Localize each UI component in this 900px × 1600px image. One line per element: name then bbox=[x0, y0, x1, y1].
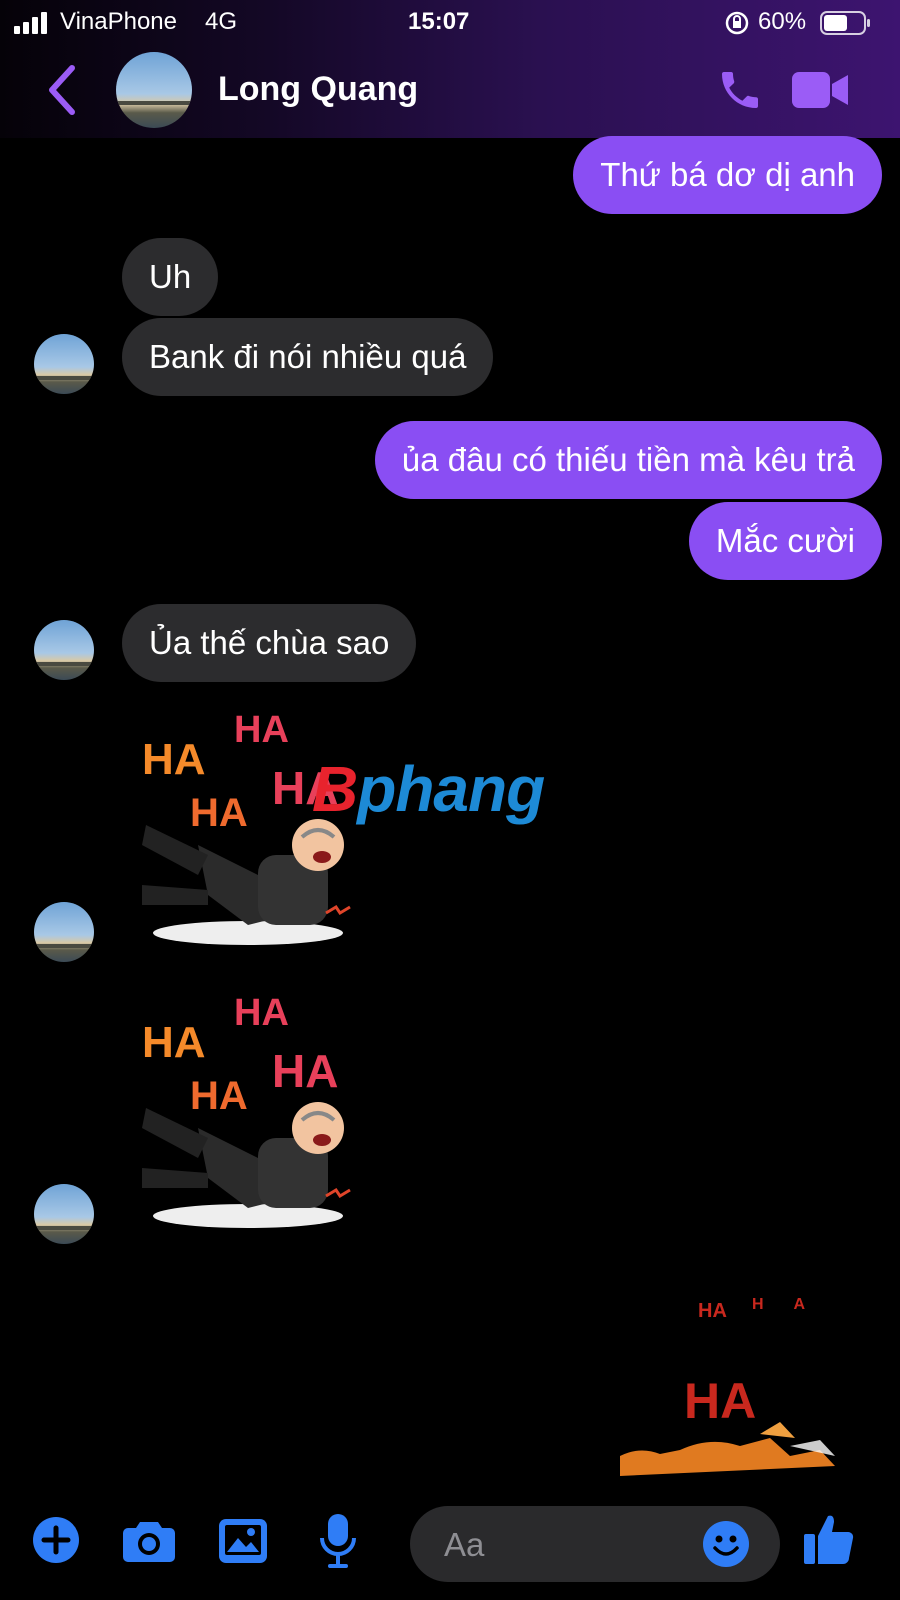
more-actions-button[interactable] bbox=[32, 1516, 80, 1569]
chat-header: VinaPhone 4G 15:07 60% Long Quang bbox=[0, 0, 900, 138]
emoji-button[interactable] bbox=[702, 1520, 750, 1573]
message-incoming[interactable]: Uh bbox=[122, 238, 219, 316]
clock: 15:07 bbox=[408, 8, 470, 35]
sticker-text: HA bbox=[698, 1300, 727, 1322]
sticker-text: HA bbox=[234, 992, 289, 1034]
message-input[interactable]: Aa bbox=[410, 1506, 780, 1582]
signal-strength-icon bbox=[14, 12, 52, 34]
sticker-text: HA bbox=[142, 1018, 206, 1067]
message-outgoing[interactable]: Mắc cười bbox=[688, 502, 882, 580]
sender-avatar bbox=[34, 620, 94, 680]
sender-avatar bbox=[34, 902, 94, 962]
watermark: Bphang bbox=[312, 753, 545, 825]
image-icon bbox=[219, 1519, 267, 1563]
sticker-text: HA bbox=[272, 1045, 339, 1097]
message-outgoing[interactable]: Thứ bá dơ dị anh bbox=[573, 136, 882, 214]
plus-icon bbox=[33, 1517, 79, 1563]
sticker-text: HA bbox=[190, 791, 248, 835]
sticker-text: HA bbox=[190, 1074, 248, 1118]
camera-icon bbox=[123, 1522, 175, 1562]
microphone-icon bbox=[320, 1514, 356, 1568]
carrier-name: VinaPhone bbox=[60, 8, 177, 35]
sticker-text: HA bbox=[752, 1296, 836, 1313]
message-incoming[interactable]: Bank đi nói nhiều quá bbox=[122, 318, 494, 396]
laughing-man-sticker[interactable]: HA HA HA HA bbox=[138, 988, 378, 1248]
battery-percent: 60% bbox=[758, 8, 807, 35]
contact-avatar[interactable] bbox=[116, 52, 192, 128]
sender-avatar bbox=[34, 334, 94, 394]
video-call-button[interactable] bbox=[790, 68, 850, 117]
gallery-button[interactable] bbox=[218, 1518, 268, 1569]
network-type: 4G bbox=[205, 8, 238, 35]
video-camera-icon bbox=[792, 72, 848, 108]
voice-message-button[interactable] bbox=[318, 1512, 358, 1575]
status-bar: VinaPhone 4G 15:07 60% bbox=[0, 0, 900, 46]
thumbs-up-icon bbox=[804, 1515, 854, 1564]
phone-icon bbox=[722, 72, 758, 108]
laughing-fox-sticker[interactable]: HA HA HA bbox=[620, 1296, 860, 1486]
battery-icon bbox=[820, 11, 872, 40]
message-incoming[interactable]: Ủa thế chùa sao bbox=[122, 604, 417, 682]
chevron-left-icon bbox=[49, 65, 75, 115]
rotation-lock-icon bbox=[724, 10, 750, 43]
sticker-text: HA bbox=[234, 709, 289, 751]
laughing-man-sticker[interactable]: HA HA HA HA bbox=[138, 705, 378, 965]
camera-button[interactable] bbox=[122, 1518, 176, 1569]
sticker-text: HA bbox=[142, 735, 206, 784]
contact-name[interactable]: Long Quang bbox=[218, 70, 418, 109]
like-button[interactable] bbox=[802, 1512, 854, 1571]
emoji-icon bbox=[703, 1521, 749, 1567]
sender-avatar bbox=[34, 1184, 94, 1244]
call-button[interactable] bbox=[716, 66, 764, 119]
message-input-placeholder: Aa bbox=[444, 1526, 485, 1563]
message-outgoing[interactable]: ủa đâu có thiếu tiền mà kêu trả bbox=[374, 421, 882, 499]
back-button[interactable] bbox=[42, 62, 82, 118]
